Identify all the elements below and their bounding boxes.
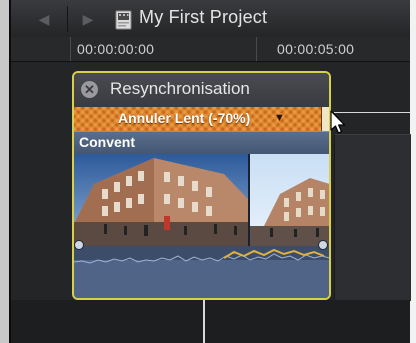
chevron-down-icon[interactable]: ▼: [274, 112, 285, 124]
clip-filmstrip[interactable]: [74, 154, 329, 246]
timeline-toolbar: ◀ ▶ My First Project: [11, 0, 410, 38]
close-icon[interactable]: ✕: [81, 81, 98, 98]
clip-marker[interactable]: [318, 240, 328, 250]
window-edge: [0, 0, 9, 343]
film-document-icon: [115, 10, 132, 30]
retime-title: Resynchronisation: [110, 79, 250, 98]
timecode-start: 00:00:00:00: [77, 41, 155, 57]
video-thumbnail: [250, 154, 329, 246]
next-clip[interactable]: [334, 134, 411, 301]
timeline-lower-lane: [11, 300, 410, 343]
project-title: My First Project: [139, 7, 268, 27]
timeline-ruler[interactable]: 00:00:00:00 00:00:05:00: [11, 37, 410, 62]
ruler-tick: [70, 37, 71, 61]
clip-marker[interactable]: [74, 240, 84, 250]
toolbar-divider: [67, 6, 68, 32]
back-arrow-icon[interactable]: ◀: [29, 8, 59, 30]
forward-arrow-icon[interactable]: ▶: [73, 8, 103, 30]
retime-handle[interactable]: [321, 107, 329, 131]
retime-header: ✕ Resynchronisation: [74, 73, 329, 107]
timecode-5s: 00:00:05:00: [277, 41, 355, 57]
ruler-tick: [256, 37, 257, 61]
clip-header: Convent: [74, 131, 329, 154]
video-thumbnail: [74, 154, 248, 246]
speed-label[interactable]: Annuler Lent (-70%): [118, 110, 250, 126]
mouse-pointer-icon: [330, 110, 346, 134]
audio-waveform[interactable]: [74, 240, 329, 298]
retime-speed-bar[interactable]: Annuler Lent (-70%) ▼: [74, 107, 329, 131]
retime-popover: ✕ Resynchronisation Annuler Lent (-70%) …: [72, 71, 331, 300]
clip-name: Convent: [79, 134, 135, 150]
waveform-graphic: [74, 248, 329, 264]
playhead[interactable]: [203, 300, 205, 343]
